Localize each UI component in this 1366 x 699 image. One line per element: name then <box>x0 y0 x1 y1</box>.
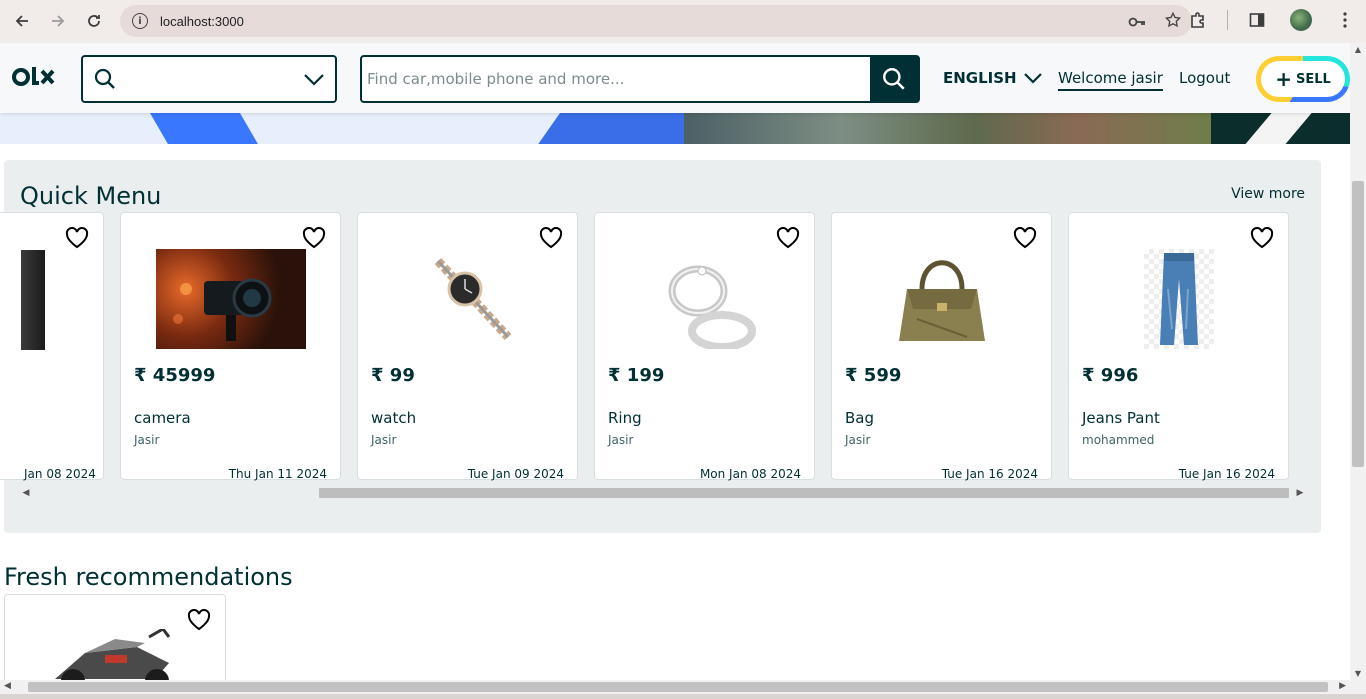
scroll-up-icon[interactable]: ▲ <box>1350 45 1366 54</box>
olx-logo[interactable] <box>12 65 56 96</box>
product-date: Tue Jan 16 2024 <box>941 467 1038 481</box>
search-input[interactable] <box>362 57 870 101</box>
scroll-left-icon[interactable]: ◀ <box>4 681 11 691</box>
scrollbar-corner <box>1350 680 1366 694</box>
plus-icon: + <box>1275 67 1292 91</box>
product-image <box>21 250 45 350</box>
product-seller: Jasir <box>134 433 160 447</box>
view-more-link[interactable]: View more <box>1231 186 1305 202</box>
welcome-link[interactable]: Welcome jasir <box>1058 69 1163 91</box>
product-seller: Jasir <box>371 433 397 447</box>
search-icon <box>883 68 905 90</box>
product-price: ₹ 99 <box>371 365 415 386</box>
product-card[interactable]: ₹ 996 Jeans Pant mohammed Tue Jan 16 202… <box>1068 212 1289 481</box>
camera-image <box>156 249 306 349</box>
quick-menu-section: Quick Menu View more Jan 08 2024 ₹ 45999… <box>0 160 1321 533</box>
extensions-icon[interactable] <box>1183 5 1213 35</box>
motorbike-image <box>45 627 185 680</box>
star-icon[interactable] <box>1164 11 1182 33</box>
bag-image <box>867 249 1017 349</box>
product-price: ₹ 45999 <box>134 365 216 386</box>
chevron-down-icon <box>1023 73 1042 84</box>
forward-icon[interactable] <box>40 3 76 39</box>
product-card[interactable]: Jan 08 2024 <box>0 212 104 481</box>
url-text: localhost:3000 <box>160 13 244 29</box>
toolbar-separator <box>1227 10 1228 30</box>
product-name: watch <box>371 409 417 427</box>
logout-link[interactable]: Logout <box>1179 69 1230 87</box>
product-date: Thu Jan 11 2024 <box>228 467 327 481</box>
chevron-down-icon[interactable] <box>303 69 325 95</box>
scroll-right-icon[interactable]: ▶ <box>1339 681 1346 691</box>
product-price: ₹ 996 <box>1082 365 1139 386</box>
product-date: Jan 08 2024 <box>24 467 96 481</box>
product-card[interactable]: ₹ 599 Bag Jasir Tue Jan 16 2024 <box>831 212 1052 481</box>
heart-icon[interactable] <box>65 226 89 253</box>
browser-toolbar: i localhost:3000 <box>0 0 1366 43</box>
product-seller: mohammed <box>1082 433 1155 447</box>
product-card[interactable]: ₹ 99 watch Jasir Tue Jan 09 2024 <box>357 212 578 481</box>
product-card[interactable]: ₹ 45999 camera Jasir Thu Jan 11 2024 <box>120 212 341 481</box>
sell-label: SELL <box>1295 71 1331 87</box>
scrollbar-thumb[interactable] <box>28 682 1328 692</box>
ring-image <box>630 249 780 349</box>
product-name: Jeans Pant <box>1082 409 1160 427</box>
product-date: Tue Jan 09 2024 <box>467 467 564 481</box>
product-price: ₹ 199 <box>608 365 665 386</box>
product-price: ₹ 599 <box>845 365 902 386</box>
scroll-left-icon[interactable]: ◀ <box>20 487 32 499</box>
watch-image <box>393 249 543 349</box>
scrollbar-thumb[interactable] <box>319 488 1289 498</box>
page-viewport: ENGLISH Welcome jasir Logout + SELL Quic… <box>0 43 1350 680</box>
reload-icon[interactable] <box>76 3 112 39</box>
quick-menu-scrollbar[interactable]: ◀ ▶ <box>20 487 1306 499</box>
fresh-recommendations-title: Fresh recommendations <box>4 563 293 591</box>
page-horizontal-scrollbar[interactable]: ◀ ▶ <box>0 680 1350 694</box>
address-bar[interactable]: i localhost:3000 <box>120 5 1192 37</box>
scroll-down-icon[interactable]: ▼ <box>1350 669 1366 678</box>
profile-avatar[interactable] <box>1286 5 1316 35</box>
banner-photo <box>684 113 1211 144</box>
heart-icon[interactable] <box>1250 226 1274 253</box>
heart-icon[interactable] <box>187 608 211 635</box>
product-name: Ring <box>608 409 642 427</box>
product-card[interactable]: ₹ 199 Ring Jasir Mon Jan 08 2024 <box>594 212 815 481</box>
taskbar-edge <box>0 694 1366 699</box>
key-icon[interactable] <box>1128 13 1146 32</box>
location-select[interactable] <box>81 55 337 103</box>
language-select[interactable]: ENGLISH <box>943 69 1043 87</box>
product-card[interactable] <box>4 594 226 680</box>
product-date: Tue Jan 16 2024 <box>1178 467 1275 481</box>
sell-button[interactable]: + SELL <box>1256 56 1350 102</box>
product-name: camera <box>134 409 191 427</box>
menu-icon[interactable] <box>1330 5 1360 35</box>
language-label: ENGLISH <box>943 69 1017 87</box>
back-icon[interactable] <box>4 3 40 39</box>
scrollbar-thumb[interactable] <box>1352 181 1364 467</box>
quick-menu-title: Quick Menu <box>20 182 162 210</box>
site-header: ENGLISH Welcome jasir Logout + SELL <box>0 43 1350 113</box>
product-seller: Jasir <box>845 433 871 447</box>
sidepanel-icon[interactable] <box>1242 5 1272 35</box>
page-vertical-scrollbar[interactable]: ▲ ▼ <box>1350 43 1366 680</box>
product-seller: Jasir <box>608 433 634 447</box>
search-button[interactable] <box>870 57 918 101</box>
product-name: Bag <box>845 409 875 427</box>
scroll-right-icon[interactable]: ▶ <box>1294 487 1306 499</box>
search-icon <box>93 67 117 95</box>
search-bar <box>360 55 920 103</box>
hero-banner <box>0 113 1350 144</box>
product-date: Mon Jan 08 2024 <box>699 467 801 481</box>
info-icon[interactable]: i <box>132 13 148 29</box>
jeans-image <box>1144 249 1214 349</box>
